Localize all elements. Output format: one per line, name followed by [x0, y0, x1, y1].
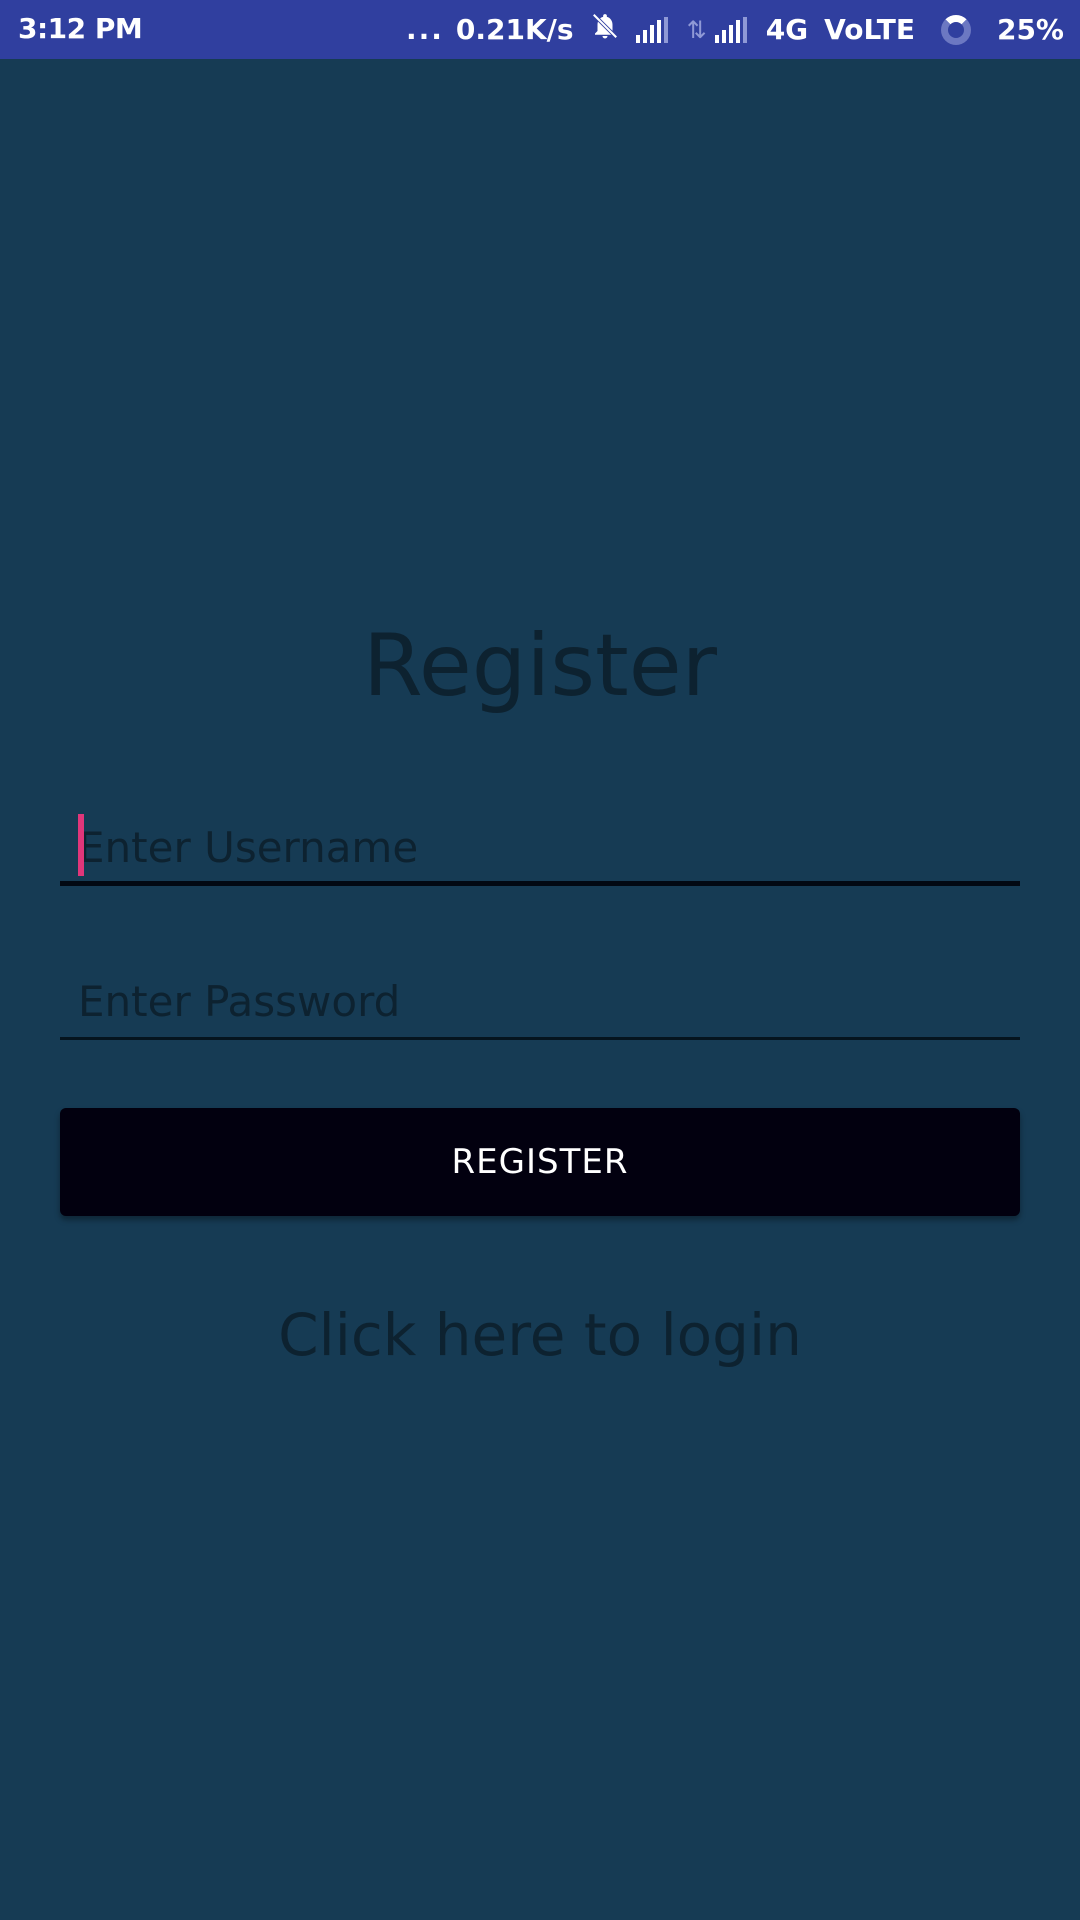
status-time: 3:12 PM: [18, 12, 143, 45]
register-button[interactable]: REGISTER: [60, 1108, 1020, 1216]
battery-ring-icon: [940, 14, 971, 45]
data-arrows-icon: ⇅: [686, 15, 707, 44]
signal-icon: [714, 16, 750, 43]
volte-label: VoLTE: [824, 13, 915, 46]
password-field[interactable]: [60, 966, 1020, 1040]
battery-level: 25%: [996, 13, 1064, 46]
network-type: 4G: [765, 13, 809, 46]
signal-icon: [635, 16, 671, 43]
status-bar: 3:12 PM ... 0.21K/s ⇅ 4G VoLTE 25%: [0, 0, 1080, 59]
username-input[interactable]: [60, 812, 1020, 882]
password-input[interactable]: [60, 966, 1020, 1036]
username-field[interactable]: [60, 812, 1020, 886]
text-cursor: [78, 814, 84, 876]
overflow-dots: ...: [405, 13, 444, 46]
login-link[interactable]: Click here to login: [0, 1300, 1080, 1370]
status-icons: ... 0.21K/s ⇅ 4G VoLTE 25%: [390, 0, 1064, 59]
bell-off-icon: [590, 11, 620, 48]
network-speed: 0.21K/s: [455, 13, 574, 46]
page-title: Register: [362, 616, 718, 716]
password-underline: [60, 1037, 1020, 1040]
username-underline: [60, 881, 1020, 886]
